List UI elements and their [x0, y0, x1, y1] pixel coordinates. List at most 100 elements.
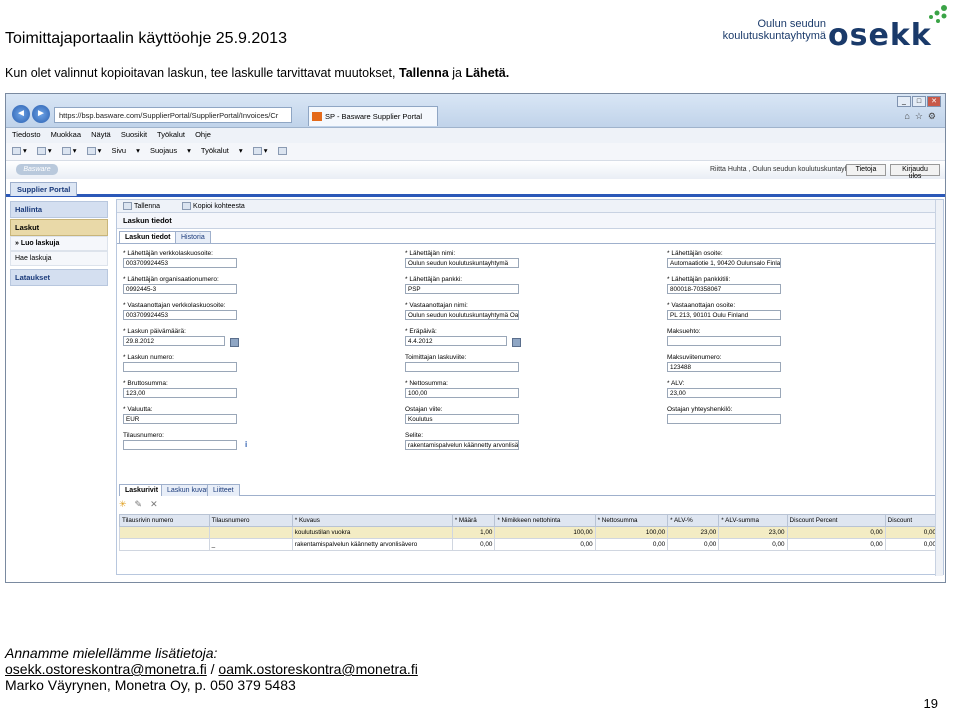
table-cell[interactable]: 23,00 — [718, 526, 788, 539]
table-cell[interactable]: rakentamispalvelun käännetty arvonlisäve… — [291, 538, 453, 551]
order-number-input[interactable] — [123, 440, 237, 450]
sender-einvoice-input[interactable]: 003709924453 — [123, 258, 237, 268]
tab-supplier-portal[interactable]: Supplier Portal — [10, 182, 78, 196]
print-icon[interactable]: ▾ — [86, 146, 101, 156]
gross-amount-input[interactable]: 123,00 — [123, 388, 237, 398]
settings-icon[interactable]: ⚙ — [928, 111, 941, 121]
calendar-icon[interactable] — [230, 338, 239, 347]
col-header[interactable]: Tilausrivin numero — [119, 514, 210, 527]
info-icon[interactable]: i — [245, 440, 247, 449]
supplier-invoice-ref-input[interactable] — [405, 362, 519, 372]
help-icon[interactable]: ▾ — [252, 146, 268, 156]
table-cell[interactable]: 1,00 — [451, 526, 496, 539]
home-icon[interactable]: ⌂ — [904, 111, 914, 121]
table-cell[interactable]: 0,00 — [494, 538, 596, 551]
table-cell[interactable]: 100,00 — [594, 526, 669, 539]
tab-invoice-details[interactable]: Laskun tiedot — [119, 231, 177, 243]
feed-icon[interactable]: ▾ — [36, 146, 52, 156]
table-cell[interactable] — [119, 526, 210, 539]
buyer-reference-input[interactable]: Koulutus — [405, 414, 519, 424]
sidebar-item-hallinta[interactable]: Hallinta — [10, 201, 108, 218]
tab-history[interactable]: Historia — [175, 231, 211, 243]
due-date-input[interactable]: 4.4.2012 — [405, 336, 507, 346]
sender-name-input[interactable]: Oulun seudun koulutuskuntayhtymä — [405, 258, 519, 268]
vat-input[interactable]: 23,00 — [667, 388, 781, 398]
table-row[interactable]: _ rakentamispalvelun käännetty arvonlisä… — [119, 538, 940, 551]
new-row-icon[interactable]: ✳ — [119, 499, 135, 509]
table-cell[interactable]: _ — [208, 538, 293, 551]
col-header[interactable]: Discount — [884, 514, 940, 527]
currency-input[interactable]: EUR — [123, 414, 237, 424]
table-cell[interactable]: 0,00 — [718, 538, 788, 551]
table-cell[interactable]: 23,00 — [667, 526, 720, 539]
delete-row-icon[interactable]: ✕ — [150, 499, 166, 509]
sidebar-item-luo-laskuja[interactable]: » Luo laskuja — [10, 236, 108, 251]
menu-edit[interactable]: Muokkaa — [51, 130, 81, 139]
table-row[interactable]: koulutustilan vuokra 1,00 100,00 100,00 … — [119, 526, 940, 539]
calendar-icon[interactable] — [512, 338, 521, 347]
receiver-address-input[interactable]: PL 213, 90101 Oulu Finland — [667, 310, 781, 320]
home-cmd-icon[interactable]: ▾ — [12, 146, 27, 156]
table-cell[interactable] — [208, 526, 293, 539]
reference-number-input[interactable]: 123488 — [667, 362, 781, 372]
logout-button[interactable]: Kirjaudu ulos — [890, 164, 940, 180]
col-header[interactable]: * Nimikkeen nettohinta — [494, 514, 596, 527]
menu-tools[interactable]: Työkalut — [157, 130, 185, 139]
col-header[interactable]: Tilausnumero — [208, 514, 293, 527]
col-header[interactable]: * ALV-summa — [718, 514, 788, 527]
sender-account-input[interactable]: 800018-70358067 — [667, 284, 781, 294]
cmd-page[interactable]: Sivu ▾ — [111, 146, 139, 155]
mail-icon[interactable]: ▾ — [61, 146, 76, 156]
table-cell[interactable]: 0,00 — [594, 538, 669, 551]
maximize-icon[interactable]: □ — [912, 96, 926, 107]
col-header[interactable]: * ALV-% — [667, 514, 720, 527]
payment-terms-input[interactable] — [667, 336, 781, 346]
menu-view[interactable]: Näytä — [91, 130, 111, 139]
invoice-date-input[interactable]: 29.8.2012 — [123, 336, 225, 346]
sender-bank-input[interactable]: PSP — [405, 284, 519, 294]
copy-button[interactable]: Kopioi kohteesta — [182, 202, 255, 210]
cmd-safety[interactable]: Suojaus ▾ — [150, 146, 191, 155]
col-header[interactable]: * Kuvaus — [291, 514, 453, 527]
cmd-tools[interactable]: Työkalut ▾ — [201, 146, 243, 155]
forward-icon[interactable]: ► — [32, 105, 50, 123]
table-cell[interactable] — [119, 538, 210, 551]
email-link-oamk[interactable]: oamk.ostoreskontra@monetra.fi — [218, 661, 417, 677]
email-link-osekk[interactable]: osekk.ostoreskontra@monetra.fi — [5, 661, 207, 677]
edit-row-icon[interactable]: ✎ — [135, 499, 151, 509]
vertical-scrollbar[interactable] — [935, 200, 943, 576]
table-cell[interactable]: koulutustilan vuokra — [291, 526, 453, 539]
col-header[interactable]: Discount Percent — [786, 514, 886, 527]
tab-invoice-rows[interactable]: Laskurivit — [119, 484, 165, 496]
table-cell[interactable]: 0,00 — [884, 526, 940, 539]
net-amount-input[interactable]: 100,00 — [405, 388, 519, 398]
table-cell[interactable]: 0,00 — [884, 538, 940, 551]
col-header[interactable]: * Nettosumma — [594, 514, 669, 527]
save-button[interactable]: Tallenna — [123, 202, 170, 210]
sender-orgno-input[interactable]: 0992445-3 — [123, 284, 237, 294]
table-cell[interactable]: 0,00 — [667, 538, 720, 551]
address-bar[interactable]: https://bsp.basware.com/SupplierPortal/S… — [54, 107, 292, 123]
col-header[interactable]: * Määrä — [451, 514, 496, 527]
menu-favorites[interactable]: Suosikit — [121, 130, 147, 139]
description-input[interactable]: rakentamispalvelun käännetty arvonlisäve… — [405, 440, 519, 450]
sidebar-item-hae-laskuja[interactable]: Hae laskuja — [10, 251, 108, 266]
table-cell[interactable]: 0,00 — [786, 538, 886, 551]
table-cell[interactable]: 0,00 — [451, 538, 496, 551]
table-cell[interactable]: 100,00 — [494, 526, 596, 539]
star-icon[interactable]: ☆ — [915, 111, 928, 121]
buyer-contact-input[interactable] — [667, 414, 781, 424]
sidebar-item-lataukset[interactable]: Lataukset — [10, 269, 108, 286]
close-icon[interactable]: ✕ — [927, 96, 941, 107]
browser-tab[interactable]: SP - Basware Supplier Portal — [308, 106, 438, 126]
menu-help[interactable]: Ohje — [195, 130, 211, 139]
menu-file[interactable]: Tiedosto — [12, 130, 41, 139]
info-button[interactable]: Tietoja — [846, 164, 886, 176]
invoice-number-input[interactable] — [123, 362, 237, 372]
sidebar-item-laskut[interactable]: Laskut — [10, 219, 108, 236]
receiver-name-input[interactable]: Oulun seudun koulutuskuntayhtymä Oamk — [405, 310, 519, 320]
sender-address-input[interactable]: Automaatiotie 1, 90420 Oulunsalo Finland — [667, 258, 781, 268]
onenote-icon[interactable] — [277, 146, 289, 156]
back-icon[interactable]: ◄ — [12, 105, 30, 123]
minimize-icon[interactable]: _ — [897, 96, 911, 107]
